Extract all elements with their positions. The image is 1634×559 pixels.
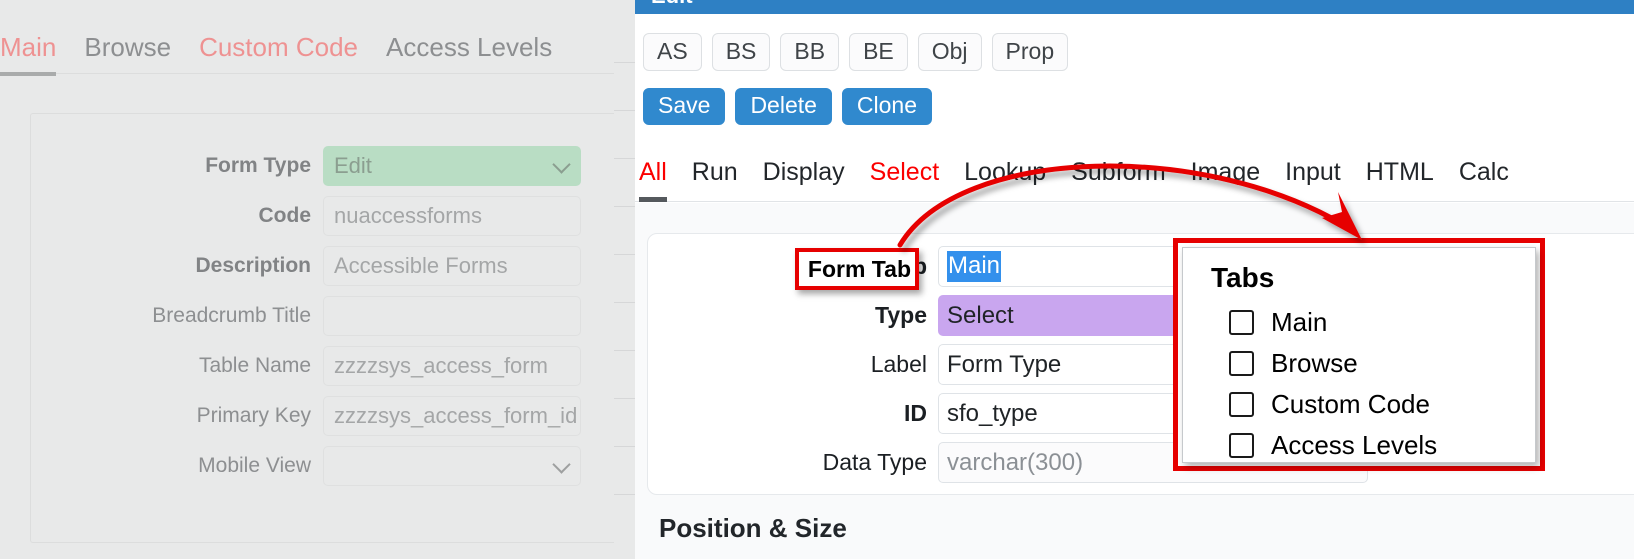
left-field-label: Form Type: [205, 154, 311, 177]
left-field-row: Mobile View: [31, 442, 614, 490]
tabs-option-custom-code[interactable]: Custom Code: [1211, 384, 1535, 425]
chevron-down-icon: [552, 455, 571, 474]
left-field-row: Breadcrumb Title: [31, 292, 614, 340]
tabs-option-main[interactable]: Main: [1211, 302, 1535, 343]
code-input[interactable]: nuaccessforms: [323, 196, 581, 236]
tabs-option-label: Custom Code: [1271, 389, 1430, 419]
tabs-popup-highlight-box: Tabs Main Browse Custom Code Access Leve…: [1173, 238, 1545, 471]
tabs-option-label: Access Levels: [1271, 430, 1438, 460]
left-field-label: Primary Key: [196, 404, 311, 427]
left-field-row: Form Type Edit: [31, 142, 614, 190]
left-field-row: Table Name zzzzsys_access_form: [31, 342, 614, 390]
left-field-label: Table Name: [198, 354, 311, 377]
table-name-input[interactable]: zzzzsys_access_form: [323, 346, 581, 386]
left-tab-access-levels[interactable]: Access Levels: [386, 32, 552, 72]
checkbox-icon[interactable]: [1229, 310, 1254, 335]
form-tab-value: Main: [947, 251, 1002, 282]
primary-key-input[interactable]: zzzzsys_access_form_id: [323, 396, 581, 436]
modal-tabbar: All Run Display Select Lookup Subform Im…: [635, 158, 1634, 202]
save-button[interactable]: Save: [643, 88, 726, 125]
checkbox-icon[interactable]: [1229, 392, 1254, 417]
left-field-label: Code: [258, 204, 312, 227]
type-label: Type: [875, 302, 927, 328]
checkbox-icon[interactable]: [1229, 351, 1254, 376]
tab-select[interactable]: Select: [870, 158, 939, 197]
bs-button[interactable]: BS: [711, 33, 771, 71]
obj-button[interactable]: Obj: [917, 33, 982, 71]
chevron-down-icon: [552, 155, 571, 174]
left-field-row: Description Accessible Forms: [31, 242, 614, 290]
breadcrumb-title-input[interactable]: [323, 296, 581, 336]
left-field-label: Breadcrumb Title: [152, 304, 311, 327]
form-tab-highlight-box: Form Tab: [795, 248, 919, 290]
bb-button[interactable]: BB: [780, 33, 840, 71]
left-tab-main[interactable]: Main: [0, 32, 57, 76]
left-tab-custom-code[interactable]: Custom Code: [199, 32, 358, 72]
left-field-label: Description: [195, 254, 311, 277]
left-field-row: Primary Key zzzzsys_access_form_id: [31, 392, 614, 440]
tabs-option-browse[interactable]: Browse: [1211, 343, 1535, 384]
mobile-view-select[interactable]: [323, 446, 581, 486]
form-type-select[interactable]: Edit: [323, 146, 581, 186]
form-type-value: Edit: [334, 153, 372, 178]
id-label: ID: [904, 400, 927, 426]
type-value: Select: [947, 301, 1014, 329]
tab-input[interactable]: Input: [1285, 158, 1341, 197]
strip-body: [614, 0, 635, 559]
tabs-option-label: Browse: [1271, 348, 1358, 378]
position-size-heading: Position & Size: [659, 513, 847, 543]
description-input[interactable]: Accessible Forms: [323, 246, 581, 286]
tab-image[interactable]: Image: [1191, 158, 1260, 197]
action-button-row: Save Delete Clone: [643, 88, 933, 125]
be-button[interactable]: BE: [849, 33, 908, 71]
background-table-strip: [614, 0, 635, 559]
tab-display[interactable]: Display: [763, 158, 845, 197]
modal-title: Edit: [635, 0, 1634, 14]
screenshot-root: Main Browse Custom Code Access Levels Fo…: [0, 0, 1634, 559]
left-form-card: Form Type Edit Code nuaccessforms Descri…: [30, 113, 614, 543]
tab-all[interactable]: All: [639, 158, 667, 202]
tabs-option-access-levels[interactable]: Access Levels: [1211, 425, 1535, 466]
clone-button[interactable]: Clone: [841, 88, 933, 125]
shortcut-button-row: AS BS BB BE Obj Prop: [643, 33, 1069, 71]
tab-lookup[interactable]: Lookup: [964, 158, 1046, 197]
tab-run[interactable]: Run: [692, 158, 738, 197]
checkbox-icon[interactable]: [1229, 433, 1254, 458]
left-field-label: Mobile View: [198, 454, 311, 477]
as-button[interactable]: AS: [643, 33, 702, 71]
data-type-label: Data Type: [822, 449, 927, 475]
background-form-panel: Main Browse Custom Code Access Levels Fo…: [0, 0, 614, 559]
tab-html[interactable]: HTML: [1366, 158, 1434, 197]
tabs-option-label: Main: [1271, 307, 1328, 337]
tabs-popup-title: Tabs: [1211, 262, 1275, 293]
tab-subform[interactable]: Subform: [1071, 158, 1165, 197]
prop-button[interactable]: Prop: [991, 33, 1069, 71]
left-tab-browse[interactable]: Browse: [84, 32, 171, 72]
left-field-row: Code nuaccessforms: [31, 192, 614, 240]
left-panel-tabbar: Main Browse Custom Code Access Levels: [0, 32, 614, 76]
delete-button[interactable]: Delete: [735, 88, 832, 125]
tabs-dropdown-popup[interactable]: Tabs Main Browse Custom Code Access Leve…: [1182, 247, 1536, 463]
tab-calc[interactable]: Calc: [1459, 158, 1509, 197]
label-label: Label: [870, 351, 927, 377]
